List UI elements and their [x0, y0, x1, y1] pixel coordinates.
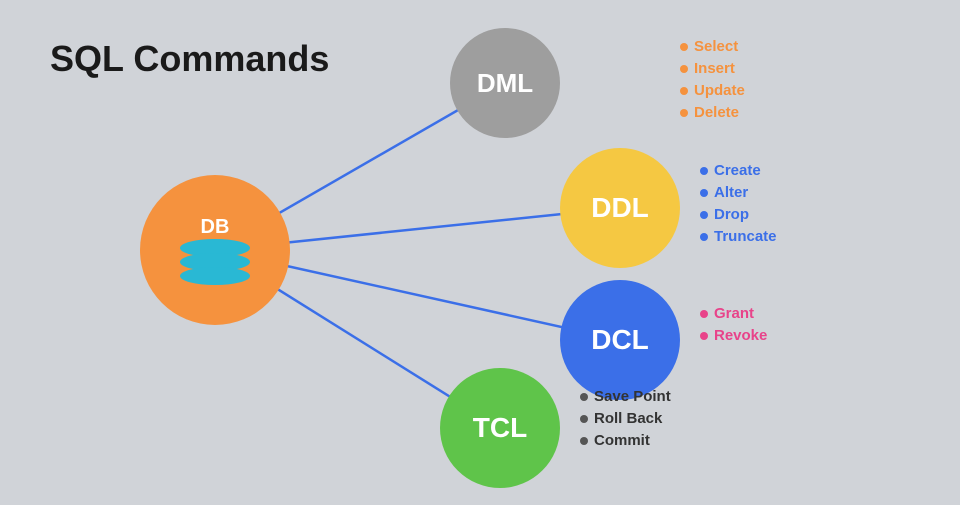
dml-item-4: Delete: [694, 104, 739, 121]
ddl-item-1: Create: [714, 162, 761, 179]
bullet-icon: [580, 393, 588, 401]
dml-item-1: Select: [694, 38, 738, 55]
db-disk-3: [180, 267, 250, 285]
dml-item-3: Update: [694, 82, 745, 99]
bullet-icon: [680, 109, 688, 117]
bullet-icon: [680, 43, 688, 51]
tcl-label-group: Save Point Roll Back Commit: [580, 388, 671, 449]
dcl-circle: DCL: [560, 280, 680, 400]
tcl-item-1: Save Point: [594, 388, 671, 405]
list-item: Alter: [700, 184, 777, 201]
list-item: Save Point: [580, 388, 671, 405]
bullet-icon: [700, 233, 708, 241]
ddl-item-3: Drop: [714, 206, 749, 223]
list-item: Roll Back: [580, 410, 671, 427]
bullet-icon: [700, 211, 708, 219]
ddl-item-2: Alter: [714, 184, 748, 201]
list-item: Update: [680, 82, 745, 99]
dml-item-2: Insert: [694, 60, 735, 77]
list-item: Truncate: [700, 228, 777, 245]
list-item: Commit: [580, 432, 671, 449]
list-item: Select: [680, 38, 745, 55]
bullet-icon: [580, 415, 588, 423]
bullet-icon: [700, 189, 708, 197]
list-item: Insert: [680, 60, 745, 77]
dml-label-group: Select Insert Update Delete: [680, 38, 745, 121]
dcl-item-2: Revoke: [714, 327, 767, 344]
bullet-icon: [580, 437, 588, 445]
ddl-label: DDL: [591, 192, 649, 224]
dcl-item-1: Grant: [714, 305, 754, 322]
tcl-item-3: Commit: [594, 432, 650, 449]
dcl-label-group: Grant Revoke: [700, 305, 767, 344]
dml-circle: DML: [450, 28, 560, 138]
db-circle: DB: [140, 175, 290, 325]
bullet-icon: [700, 167, 708, 175]
ddl-label-group: Create Alter Drop Truncate: [700, 162, 777, 245]
bullet-icon: [700, 332, 708, 340]
ddl-item-4: Truncate: [714, 228, 777, 245]
tcl-label: TCL: [473, 412, 527, 444]
db-icon: DB: [180, 216, 250, 285]
dcl-label: DCL: [591, 324, 649, 356]
tcl-circle: TCL: [440, 368, 560, 488]
tcl-item-2: Roll Back: [594, 410, 662, 427]
list-item: Delete: [680, 104, 745, 121]
bullet-icon: [680, 87, 688, 95]
db-label: DB: [201, 216, 230, 239]
bullet-icon: [680, 65, 688, 73]
list-item: Drop: [700, 206, 777, 223]
list-item: Create: [700, 162, 777, 179]
dml-label: DML: [477, 68, 533, 99]
list-item: Grant: [700, 305, 767, 322]
bullet-icon: [700, 310, 708, 318]
page-title: SQL Commands: [50, 38, 329, 80]
ddl-circle: DDL: [560, 148, 680, 268]
list-item: Revoke: [700, 327, 767, 344]
